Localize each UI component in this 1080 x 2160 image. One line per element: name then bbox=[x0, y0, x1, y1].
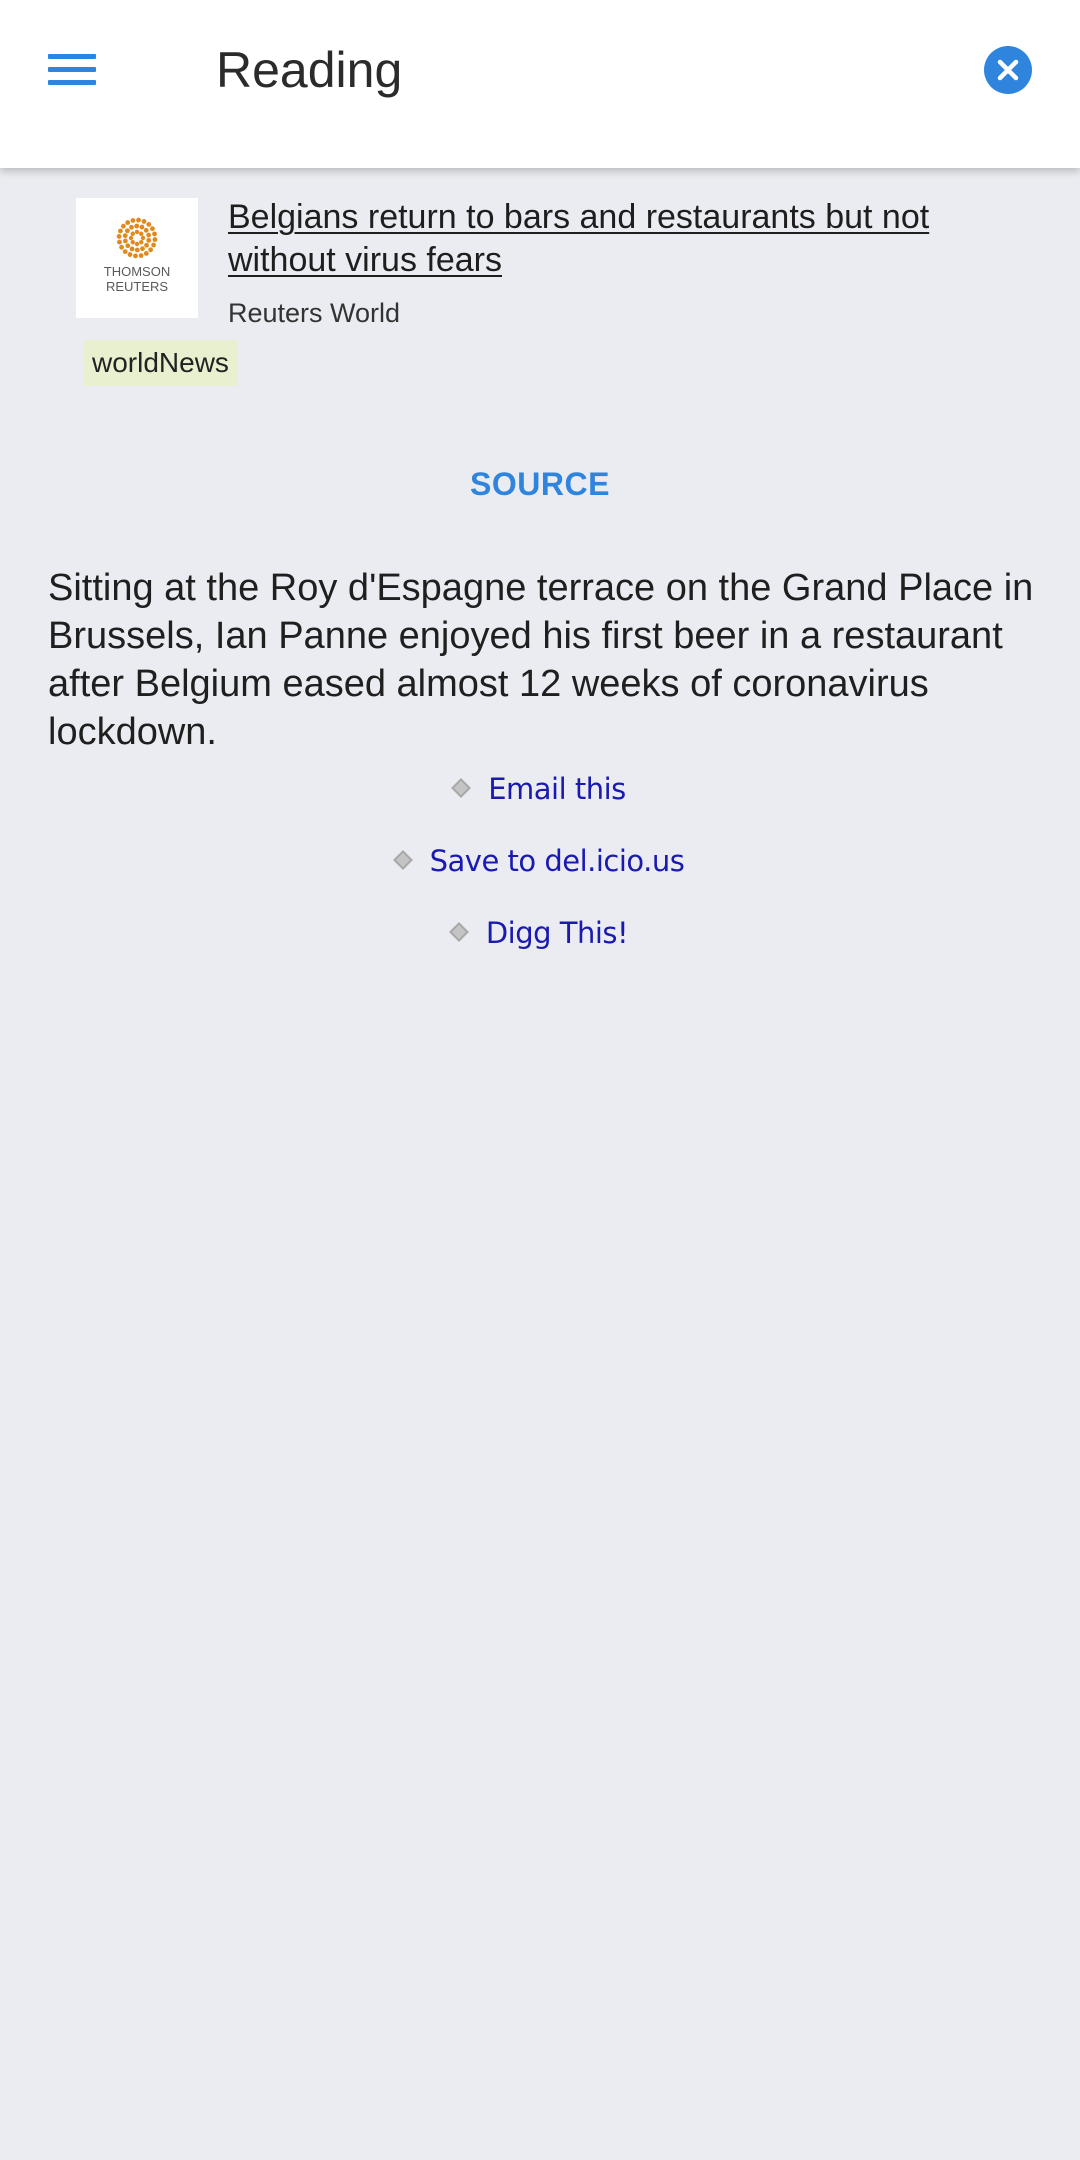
logo-dot bbox=[143, 251, 149, 256]
logo-dot bbox=[146, 237, 152, 243]
logo-dot bbox=[118, 228, 123, 234]
hamburger-menu-icon[interactable] bbox=[40, 44, 104, 96]
logo-dot bbox=[129, 246, 135, 252]
menu-line bbox=[48, 67, 96, 72]
logo-dot bbox=[128, 235, 134, 241]
logo-dot bbox=[139, 231, 144, 236]
logo-dot bbox=[146, 222, 152, 227]
logo-dot bbox=[136, 217, 141, 223]
logo-dot bbox=[148, 247, 153, 253]
logo-dot bbox=[119, 244, 124, 250]
logo-dot bbox=[152, 237, 158, 242]
close-x-glyph bbox=[997, 59, 1019, 81]
logo-dot bbox=[150, 226, 155, 232]
logo-dot bbox=[127, 252, 133, 257]
reading-content: THOMSON REUTERS Belgians return to bars … bbox=[0, 168, 1080, 2160]
logo-dot bbox=[129, 224, 134, 230]
thumbnail-text: THOMSON REUTERS bbox=[103, 264, 171, 294]
logo-dot bbox=[125, 243, 131, 249]
logo-dot bbox=[121, 223, 126, 229]
logo-dot bbox=[143, 227, 149, 233]
article-headline-link[interactable]: Belgians return to bars and restaurants … bbox=[228, 196, 1028, 282]
bullet-icon bbox=[392, 850, 413, 870]
logo-dot bbox=[122, 233, 128, 239]
logo-dot bbox=[139, 240, 144, 245]
logo-dot bbox=[146, 232, 152, 238]
logo-dot bbox=[134, 229, 140, 235]
logo-dot bbox=[133, 253, 138, 259]
share-item-email: Email this bbox=[0, 762, 1080, 834]
save-to-delicious-link[interactable]: Save to del.icio.us bbox=[430, 844, 685, 878]
app-bar: Reading bbox=[0, 0, 1080, 168]
publisher-thumbnail[interactable]: THOMSON REUTERS bbox=[76, 198, 198, 318]
close-icon[interactable] bbox=[984, 46, 1032, 94]
logo-dot bbox=[151, 242, 156, 248]
logo-dot bbox=[134, 247, 140, 253]
menu-line bbox=[48, 80, 96, 85]
digg-this-link[interactable]: Digg This! bbox=[486, 916, 629, 950]
logo-dot bbox=[152, 231, 157, 237]
logo-dot bbox=[116, 234, 122, 239]
logo-dot bbox=[122, 249, 128, 254]
logo-dot bbox=[144, 242, 149, 248]
logo-dot bbox=[125, 228, 130, 234]
bullet-icon bbox=[448, 922, 469, 942]
logo-dot bbox=[140, 235, 146, 241]
menu-line bbox=[48, 54, 96, 59]
logo-dot bbox=[130, 218, 136, 223]
share-item-digg: Digg This! bbox=[0, 906, 1080, 978]
logo-dot bbox=[117, 239, 122, 245]
logo-dot bbox=[139, 224, 145, 230]
logo-dot bbox=[130, 231, 135, 236]
category-tag[interactable]: worldNews bbox=[84, 340, 237, 386]
email-this-link[interactable]: Email this bbox=[488, 772, 626, 806]
logo-dot bbox=[138, 253, 144, 258]
share-links: Email this Save to del.icio.us Digg This… bbox=[0, 762, 1080, 978]
logo-dot bbox=[125, 220, 131, 225]
source-button[interactable]: SOURCE bbox=[0, 464, 1080, 504]
page-title: Reading bbox=[216, 42, 403, 98]
logo-dot bbox=[130, 240, 135, 245]
logo-dot bbox=[122, 238, 128, 244]
article-body: Sitting at the Roy d'Espagne terrace on … bbox=[48, 567, 1034, 753]
logo-dot bbox=[141, 219, 147, 224]
article-source-name: Reuters World bbox=[228, 298, 401, 328]
logo-dot bbox=[134, 241, 140, 247]
logo-dot bbox=[140, 246, 145, 252]
share-item-delicious: Save to del.icio.us bbox=[0, 834, 1080, 906]
bullet-icon bbox=[451, 778, 472, 798]
logo-dot bbox=[134, 223, 140, 229]
